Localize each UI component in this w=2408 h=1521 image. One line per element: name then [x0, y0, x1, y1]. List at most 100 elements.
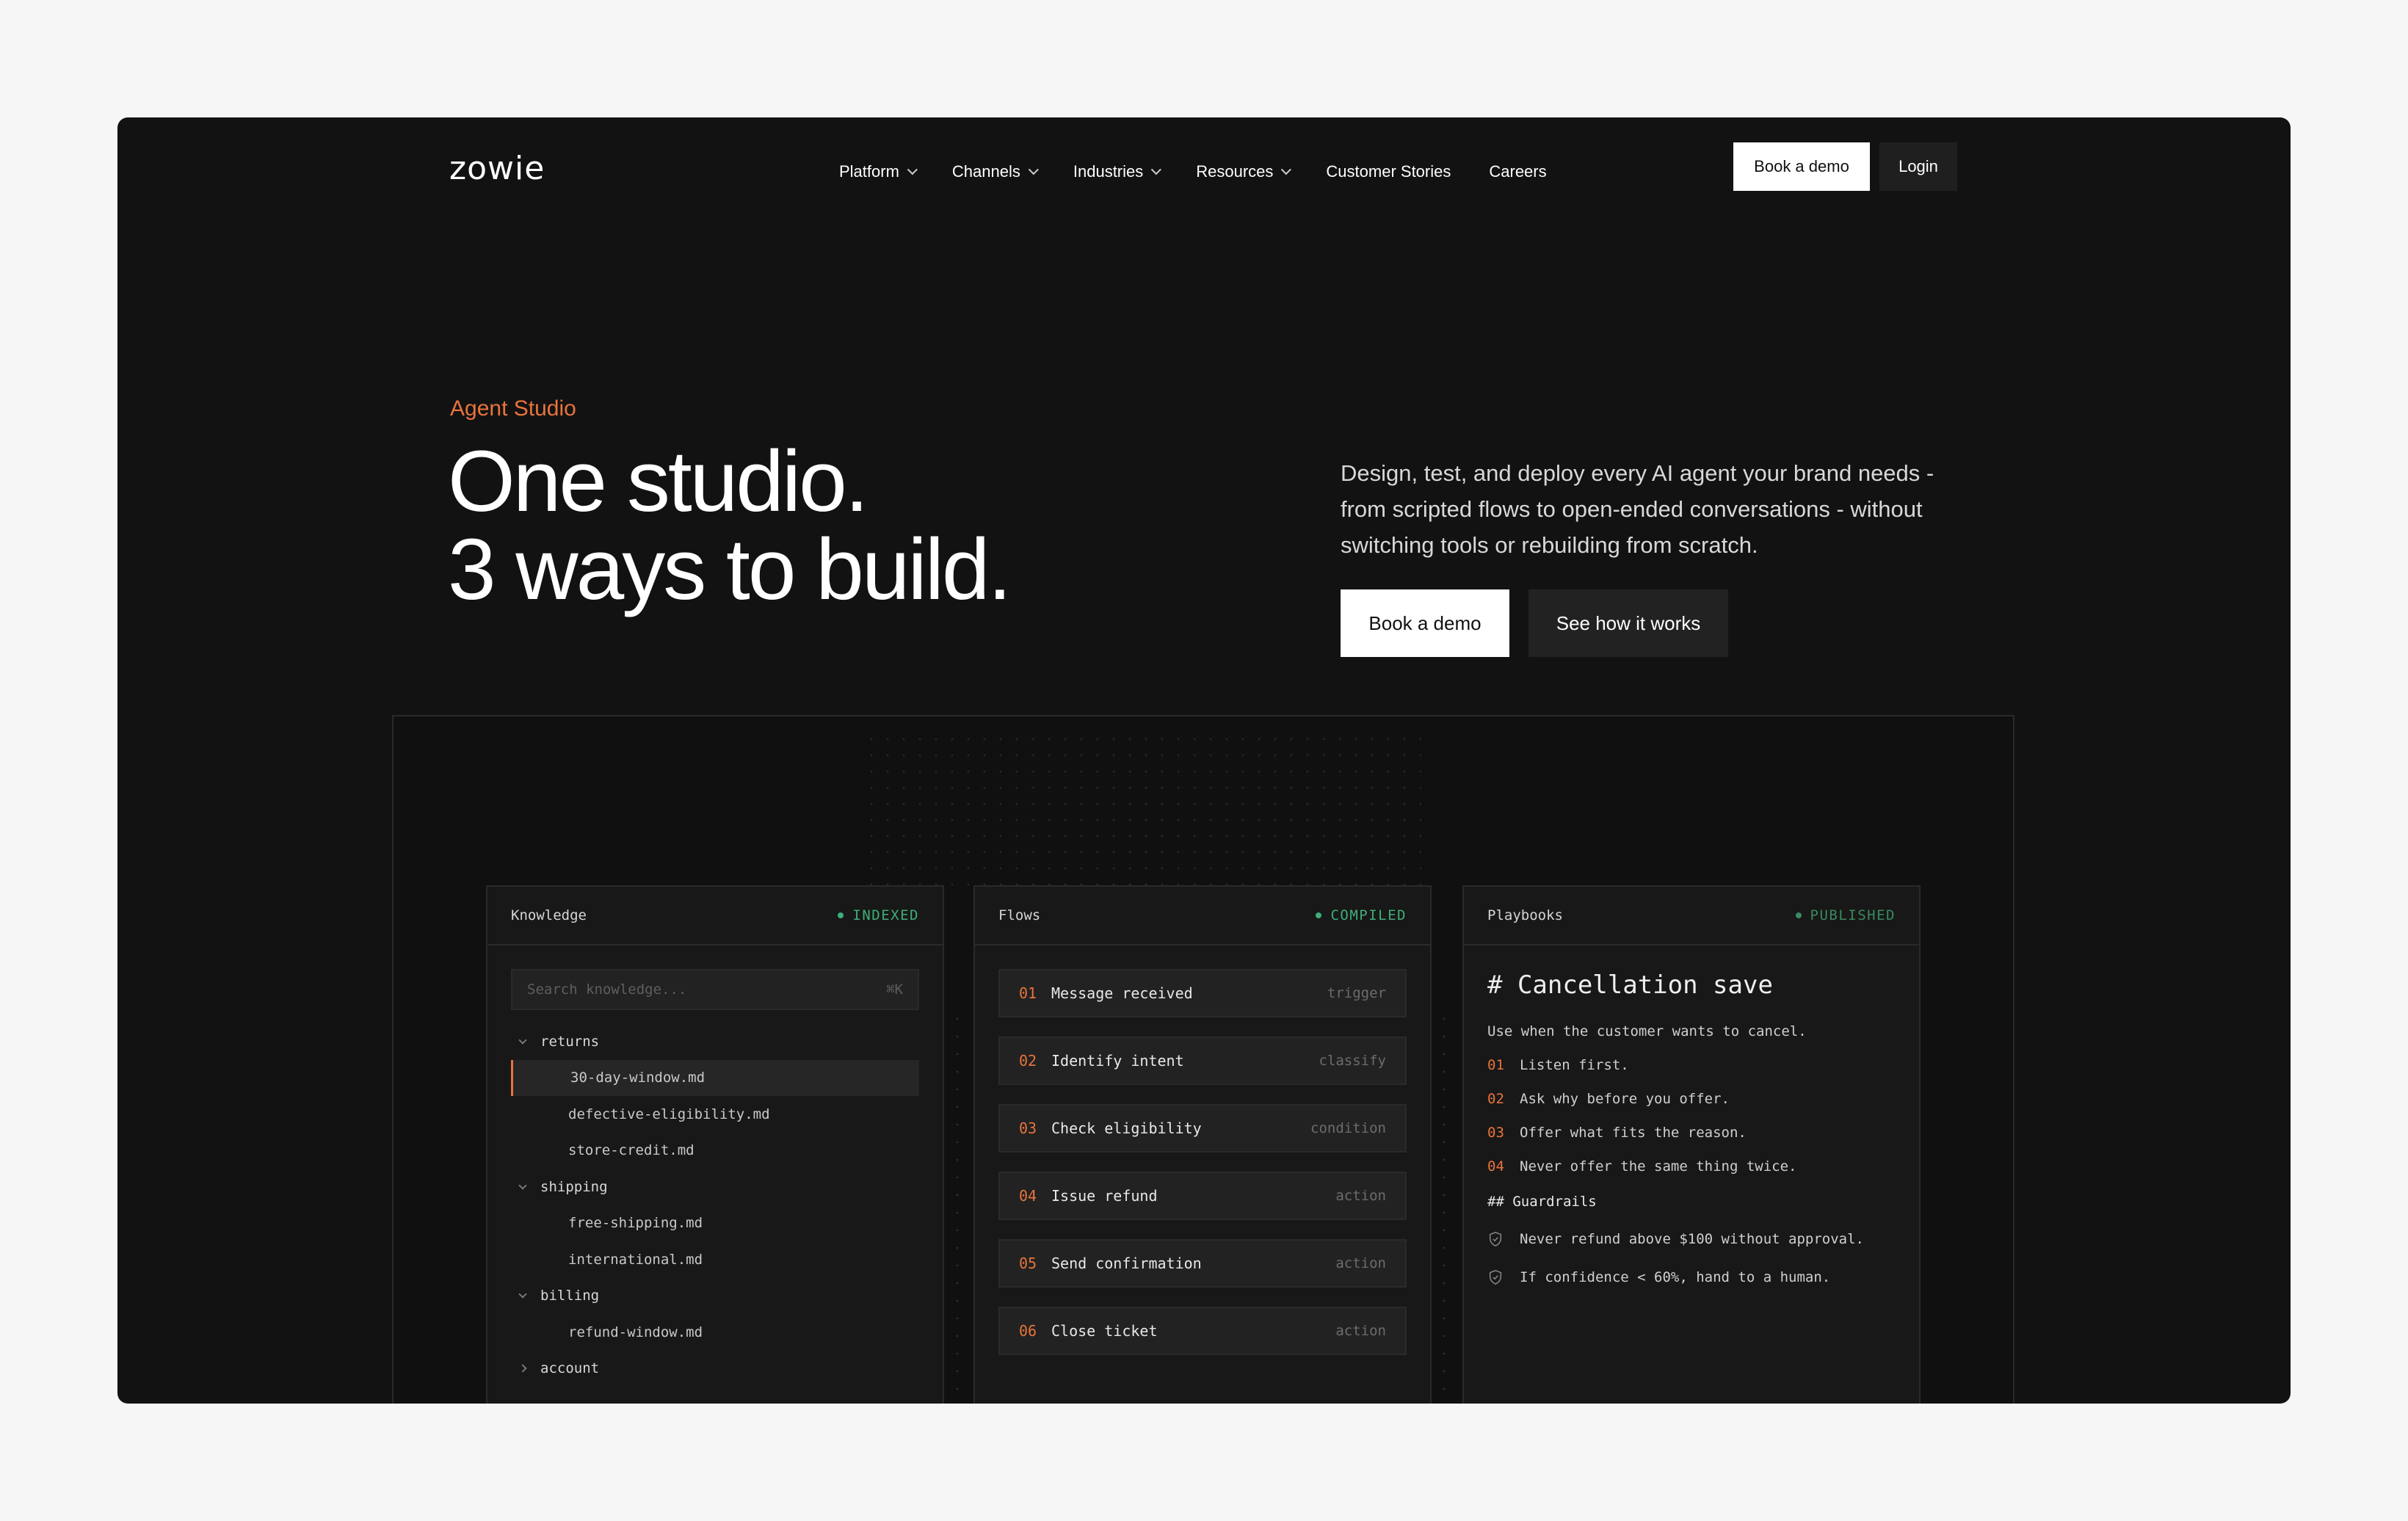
shortcut-hint: ⌘K [886, 981, 903, 998]
status-dot-icon [1795, 912, 1802, 918]
tree-file[interactable]: free-shipping.md [487, 1205, 943, 1242]
hero-book-demo-button[interactable]: Book a demo [1341, 589, 1509, 657]
tree-file[interactable]: refund-window.md [487, 1314, 943, 1351]
status-badge: INDEXED [838, 907, 919, 923]
tree-file[interactable]: defective-eligibility.md [487, 1096, 943, 1133]
step-label: Check eligibility [1051, 1119, 1202, 1137]
chevron-right-icon [518, 1364, 527, 1373]
flow-step[interactable]: 05 Send confirmation action [998, 1239, 1407, 1288]
hero-title: One studio. 3 ways to build. [448, 433, 1012, 618]
tree-file[interactable]: 30-day-window.md [511, 1059, 919, 1096]
chevron-down-icon [518, 1290, 527, 1299]
step-tag: action [1335, 1255, 1386, 1271]
playbook-step: 02 Ask why before you offer. [1487, 1082, 1896, 1116]
dot-column-decoration [1442, 1010, 1446, 1404]
flow-step[interactable]: 02 Identify intent classify [998, 1037, 1407, 1085]
step-number: 01 [1019, 984, 1037, 1002]
nav-book-demo-button[interactable]: Book a demo [1733, 142, 1870, 191]
guardrail-text: If confidence < 60%, hand to a human. [1520, 1269, 1831, 1285]
chevron-down-icon [907, 164, 918, 175]
chevron-down-icon [518, 1181, 527, 1190]
file-label: 30-day-window.md [570, 1070, 706, 1086]
playbook-heading: # Cancellation save [1487, 970, 1773, 1000]
guardrail-text: Never refund above $100 without approval… [1520, 1231, 1864, 1247]
zowie-logo[interactable]: zowie [449, 150, 545, 187]
step-label: Close ticket [1051, 1322, 1158, 1340]
flow-step[interactable]: 06 Close ticket action [998, 1307, 1407, 1355]
tree-folder-shipping[interactable]: shipping [487, 1169, 943, 1205]
guardrail-item: Never refund above $100 without approval… [1487, 1220, 1896, 1258]
nav-label: Platform [839, 162, 899, 181]
step-text: Never offer the same thing twice. [1520, 1158, 1797, 1175]
step-number: 01 [1487, 1057, 1504, 1073]
hero-title-line2: 3 ways to build. [448, 521, 1012, 618]
login-button[interactable]: Login [1879, 142, 1957, 191]
tree-folder-returns[interactable]: returns [487, 1023, 943, 1060]
hero-eyebrow: Agent Studio [450, 396, 576, 421]
playbook-step: 03 Offer what fits the reason. [1487, 1116, 1896, 1150]
tree-file[interactable]: international.md [487, 1241, 943, 1278]
chevron-down-icon [1281, 164, 1292, 175]
studio-showcase: Knowledge INDEXED Search knowledge... ⌘K… [392, 715, 2014, 1404]
nav-label: Careers [1489, 162, 1547, 181]
knowledge-tree: returns 30-day-window.md defective-eligi… [487, 1023, 943, 1387]
knowledge-panel: Knowledge INDEXED Search knowledge... ⌘K… [486, 885, 944, 1404]
page-frame: zowie Platform Channels Industries Resou… [117, 117, 2291, 1404]
step-text: Listen first. [1520, 1057, 1629, 1073]
status-badge: PUBLISHED [1795, 907, 1896, 923]
step-label: Issue refund [1051, 1187, 1158, 1205]
tree-folder-billing[interactable]: billing [487, 1278, 943, 1315]
flow-step[interactable]: 03 Check eligibility condition [998, 1104, 1407, 1152]
playbook-content: # Cancellation save Use when the custome… [1464, 945, 1919, 1296]
nav-resources[interactable]: Resources [1196, 162, 1292, 181]
tree-file[interactable]: store-credit.md [487, 1133, 943, 1169]
nav-label: Channels [951, 162, 1020, 181]
step-label: Send confirmation [1051, 1255, 1202, 1272]
search-placeholder: Search knowledge... [527, 981, 687, 998]
flow-step[interactable]: 01 Message received trigger [998, 969, 1407, 1017]
see-how-it-works-button[interactable]: See how it works [1528, 589, 1728, 657]
step-number: 03 [1487, 1125, 1504, 1141]
flows-panel: Flows COMPILED 01 Message received trigger… [973, 885, 1432, 1404]
folder-label: billing [540, 1288, 600, 1304]
step-tag: condition [1310, 1120, 1386, 1136]
file-label: free-shipping.md [568, 1215, 703, 1232]
hero-title-line1: One studio. [448, 433, 868, 530]
panel-header: Playbooks PUBLISHED [1464, 887, 1919, 945]
panel-title: Knowledge [511, 907, 587, 923]
step-text: Ask why before you offer. [1520, 1091, 1730, 1107]
nav-industries[interactable]: Industries [1073, 162, 1162, 181]
chevron-down-icon [518, 1036, 527, 1045]
chevron-down-icon [1028, 164, 1039, 175]
nav-careers[interactable]: Careers [1489, 162, 1546, 181]
status-dot-icon [838, 912, 844, 918]
dot-grid-decoration [863, 731, 1421, 893]
step-number: 05 [1019, 1255, 1037, 1272]
file-label: international.md [568, 1251, 703, 1268]
status-text: PUBLISHED [1810, 907, 1896, 923]
step-number: 06 [1019, 1322, 1037, 1340]
flow-step[interactable]: 04 Issue refund action [998, 1172, 1407, 1220]
guardrail-item: If confidence < 60%, hand to a human. [1487, 1258, 1896, 1296]
knowledge-search-input[interactable]: Search knowledge... ⌘K [511, 969, 919, 1010]
step-tag: action [1335, 1323, 1386, 1339]
flow-steps: 01 Message received trigger 02 Identify int… [975, 945, 1430, 1355]
status-dot-icon [1316, 912, 1322, 918]
chevron-down-icon [1151, 164, 1162, 175]
playbook-intro: Use when the customer wants to cancel. [1487, 1023, 1807, 1039]
step-tag: trigger [1327, 985, 1386, 1001]
step-number: 03 [1019, 1119, 1037, 1137]
panel-title: Flows [998, 907, 1041, 923]
nav-customer-stories[interactable]: Customer Stories [1326, 162, 1451, 181]
tree-folder-account[interactable]: account [487, 1351, 943, 1387]
status-badge: COMPILED [1316, 907, 1407, 923]
playbook-step: 01 Listen first. [1487, 1048, 1896, 1082]
status-text: INDEXED [852, 907, 919, 923]
dot-column-decoration [955, 1010, 960, 1404]
nav-platform[interactable]: Platform [839, 162, 918, 181]
main-nav: Platform Channels Industries Resources C… [839, 150, 1547, 194]
panel-header: Knowledge INDEXED [487, 887, 943, 945]
panel-title: Playbooks [1487, 907, 1563, 923]
nav-channels[interactable]: Channels [951, 162, 1039, 181]
step-tag: classify [1319, 1053, 1386, 1069]
